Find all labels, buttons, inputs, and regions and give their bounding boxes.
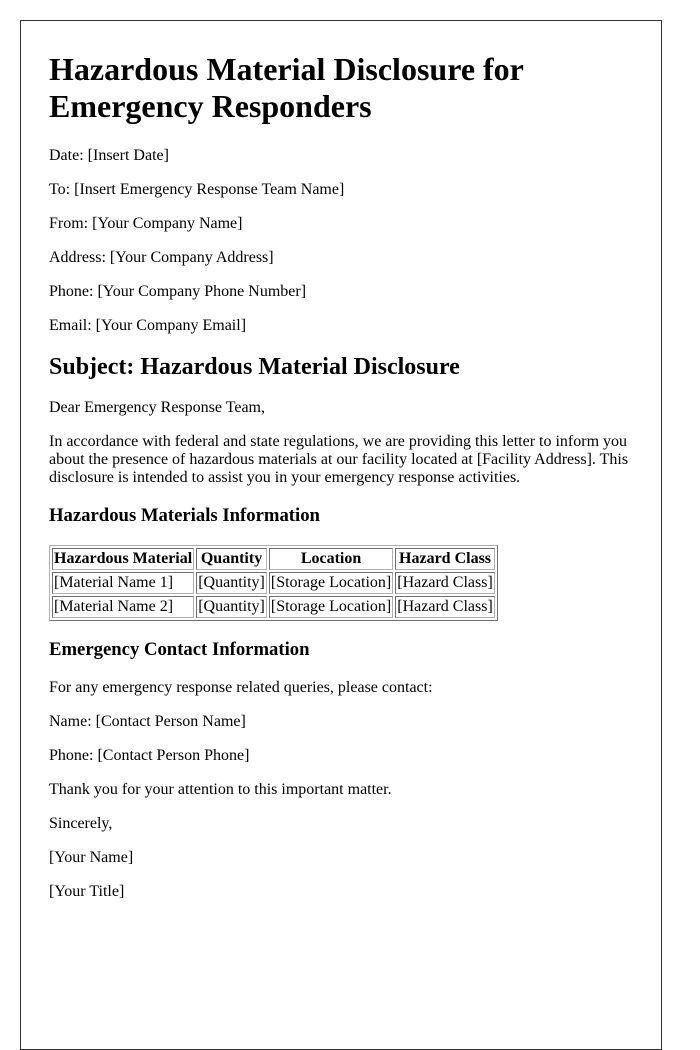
field-label: Name: [49,713,92,730]
field-value: [Your Company Address] [109,249,274,266]
table-cell: [Hazard Class] [395,572,495,594]
phone-field: Phone: [Your Company Phone Number] [49,283,633,301]
table-cell: [Hazard Class] [395,596,495,618]
closing-line: Thank you for your attention to this imp… [49,781,392,798]
letter-container: Hazardous Material Disclosure for Emerge… [20,20,662,1050]
column-header: Quantity [196,548,267,570]
field-label: To: [49,181,71,198]
date-field: Date: [Insert Date] [49,147,633,165]
field-label: Email: [49,317,92,334]
table-cell: [Storage Location] [268,572,394,594]
subject-heading: Subject: Hazardous Material Disclosure [49,354,460,380]
materials-heading: Hazardous Materials Information [49,505,320,526]
field-value: [Contact Person Name] [95,713,246,730]
document-title: Hazardous Material Disclosure for Emerge… [49,51,524,124]
field-value: [Your Company Name] [92,215,243,232]
sign-off: Sincerely, [49,815,113,832]
address-field: Address: [Your Company Address] [49,249,633,267]
email-field: Email: [Your Company Email] [49,317,633,335]
table-cell: [Material Name 2] [52,596,195,618]
salutation: Dear Emergency Response Team, [49,399,265,416]
field-value: [Contact Person Phone] [97,747,250,764]
table-header-row: Hazardous Material Quantity Location Haz… [52,548,495,570]
field-value: [Your Company Phone Number] [97,283,307,300]
contact-phone-field: Phone: [Contact Person Phone] [49,747,633,765]
contact-name-field: Name: [Contact Person Name] [49,713,633,731]
table-row: [Material Name 1] [Quantity] [Storage Lo… [52,572,495,594]
table-row: [Material Name 2] [Quantity] [Storage Lo… [52,596,495,618]
table-cell: [Quantity] [196,596,267,618]
field-value: [Your Company Email] [95,317,247,334]
table-cell: [Quantity] [196,572,267,594]
contact-heading: Emergency Contact Information [49,639,310,660]
field-value: [Insert Emergency Response Team Name] [74,181,345,198]
field-label: Phone: [49,283,94,300]
intro-paragraph: In accordance with federal and state reg… [49,433,629,486]
field-label: Phone: [49,747,94,764]
to-field: To: [Insert Emergency Response Team Name… [49,181,633,199]
table-cell: [Storage Location] [268,596,394,618]
from-field: From: [Your Company Name] [49,215,633,233]
header-fields: Date: [Insert Date] To: [Insert Emergenc… [49,147,633,335]
signature-name: [Your Name] [49,849,134,866]
field-label: Address: [49,249,106,266]
column-header: Hazard Class [395,548,495,570]
contact-intro: For any emergency response related queri… [49,679,433,696]
field-label: Date: [49,147,84,164]
column-header: Location [268,548,394,570]
column-header: Hazardous Material [52,548,195,570]
field-value: [Insert Date] [87,147,169,164]
table-cell: [Material Name 1] [52,572,195,594]
hazardous-materials-table: Hazardous Material Quantity Location Haz… [49,545,498,621]
field-label: From: [49,215,89,232]
signature-title: [Your Title] [49,883,125,900]
